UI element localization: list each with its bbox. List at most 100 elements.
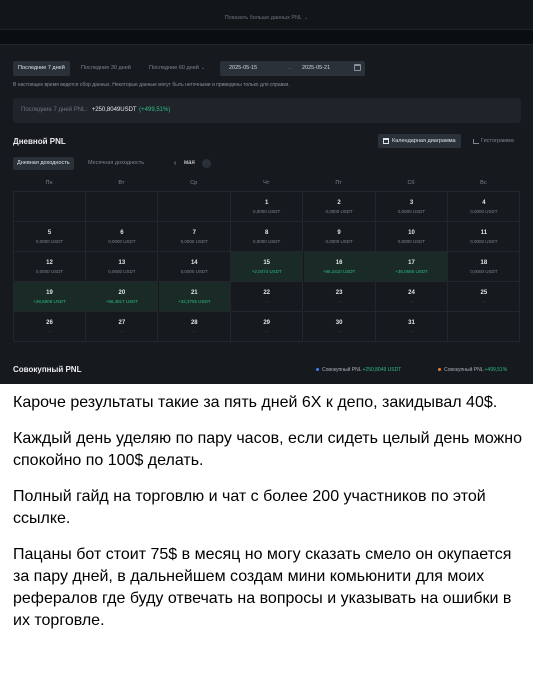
calendar-day-number: 22 bbox=[263, 290, 271, 296]
calendar-day-number: 27 bbox=[118, 320, 126, 326]
weekday-label: Сб bbox=[407, 180, 415, 186]
message-text: Кароче результаты такие за пять дней 6Х … bbox=[13, 392, 523, 646]
calendar-day-cell: 31 -- bbox=[376, 312, 448, 342]
calendar-day-cell: 21 +32,3755 USDT bbox=[158, 282, 231, 312]
calendar-day-number: 1 bbox=[265, 200, 269, 206]
pnl-calendar-grid: 1 0,0000 USDT 2 0,0000 USDT 3 0,0000 USDT 4 0,0… bbox=[13, 191, 521, 342]
previous-section-strip: Показать больше данных PNL ⌄ bbox=[0, 0, 533, 30]
calendar-day-number: 23 bbox=[335, 290, 343, 296]
show-more-label: Показать больше данных PNL bbox=[224, 15, 303, 21]
tab-last-60-days[interactable]: Последние 60 дней ⌄ bbox=[144, 61, 210, 76]
calendar-day-number: 12 bbox=[46, 260, 53, 266]
calendar-day-cell: 20 +56,4817 USDT bbox=[86, 282, 159, 312]
calendar-day-number: 13 bbox=[118, 260, 126, 266]
calendar-day-cell: 29 -- bbox=[231, 312, 304, 342]
calendar-day-number: 15 bbox=[263, 260, 271, 266]
calendar-day-pnl: 0,0000 USDT bbox=[325, 239, 353, 244]
calendar-day-cell: 10 0,0000 USDT bbox=[376, 222, 448, 252]
calendar-day-number: 17 bbox=[408, 260, 415, 266]
bar-chart-icon bbox=[473, 139, 479, 144]
tab-monthly-return[interactable]: Месячная доходность bbox=[84, 157, 148, 170]
calendar-blank-cell bbox=[448, 312, 521, 342]
pnl-screenshot: Показать больше данных PNL ⌄ Последние 7 … bbox=[0, 0, 533, 384]
calendar-day-cell: 26 -- bbox=[14, 312, 86, 342]
legend-value: +250,8049 USDT bbox=[362, 367, 402, 373]
next-month-button[interactable] bbox=[202, 159, 211, 168]
arrow-right-icon: → bbox=[287, 65, 293, 71]
daily-pnl-title: Дневной PNL bbox=[13, 137, 66, 146]
date-to: 2025-05-21 bbox=[302, 65, 331, 71]
month-label: мая bbox=[184, 160, 195, 166]
calendar-day-pnl: 0,0000 USDT bbox=[397, 209, 426, 214]
tab-last-7-days[interactable]: Последние 7 дней bbox=[13, 61, 70, 76]
calendar-day-pnl: -- bbox=[337, 299, 341, 304]
calendar-day-pnl: 0,0000 USDT bbox=[180, 269, 208, 274]
weekday-label: Вт bbox=[118, 180, 125, 186]
calendar-day-pnl: -- bbox=[265, 299, 269, 304]
calendar-chart-label: Календарная диаграмма bbox=[392, 138, 456, 144]
calendar-day-cell: 1 0,0000 USDT bbox=[231, 192, 304, 222]
calendar-day-cell: 17 +35,0685 USDT bbox=[376, 252, 448, 282]
chevron-left-icon[interactable]: ‹ bbox=[170, 157, 180, 170]
calendar-day-number: 29 bbox=[263, 320, 271, 326]
calendar-day-pnl: 0,0000 USDT bbox=[35, 269, 64, 274]
summary-label: Последние 7 дней PNL: bbox=[21, 107, 88, 113]
calendar-chart-button[interactable]: Календарная диаграмма bbox=[378, 134, 461, 148]
histogram-button[interactable]: Гистограмма bbox=[471, 134, 514, 148]
calendar-icon bbox=[383, 138, 389, 144]
calendar-day-number: 24 bbox=[408, 290, 415, 296]
calendar-day-cell: 6 0,0000 USDT bbox=[86, 222, 159, 252]
calendar-day-pnl: 0,0000 USDT bbox=[35, 239, 64, 244]
tab-daily-return[interactable]: Дневная доходность bbox=[13, 157, 74, 170]
calendar-day-number: 14 bbox=[190, 260, 198, 266]
calendar-day-number: 30 bbox=[335, 320, 343, 326]
cumulative-pnl-title: Совокупный PNL bbox=[13, 365, 82, 374]
calendar-day-number: 28 bbox=[190, 320, 198, 326]
calendar-day-cell: 22 -- bbox=[231, 282, 304, 312]
calendar-day-pnl: -- bbox=[337, 329, 341, 334]
calendar-blank-cell bbox=[14, 192, 86, 222]
calendar-day-pnl: +2,0474 USDT bbox=[251, 269, 282, 274]
pnl-summary: Последние 7 дней PNL: +250,8049USDT (+49… bbox=[13, 98, 521, 123]
calendar-day-cell: 11 0,0000 USDT bbox=[448, 222, 521, 252]
date-range-picker[interactable]: 2025-05-15 → 2025-05-21 bbox=[220, 61, 365, 76]
calendar-day-cell: 13 0,0000 USDT bbox=[86, 252, 159, 282]
calendar-day-cell: 23 -- bbox=[303, 282, 376, 312]
calendar-day-number: 2 bbox=[337, 200, 341, 206]
calendar-blank-cell bbox=[86, 192, 159, 222]
calendar-day-pnl: -- bbox=[482, 299, 486, 304]
calendar-day-number: 31 bbox=[408, 320, 415, 326]
calendar-blank-cell bbox=[158, 192, 231, 222]
weekday-label: Пн bbox=[45, 180, 53, 186]
calendar-icon bbox=[354, 64, 361, 71]
date-from: 2025-05-15 bbox=[229, 65, 258, 71]
calendar-day-number: 11 bbox=[480, 230, 488, 236]
calendar-day-number: 21 bbox=[190, 290, 198, 296]
summary-value: +250,8049USDT bbox=[91, 107, 137, 113]
chevron-down-icon: ⌄ bbox=[200, 65, 206, 71]
calendar-day-pnl: +28,5908 USDT bbox=[33, 299, 66, 304]
calendar-day-number: 20 bbox=[118, 290, 126, 296]
legend-value: +499,51% bbox=[484, 367, 508, 373]
calendar-day-number: 16 bbox=[335, 260, 343, 266]
calendar-day-pnl: -- bbox=[48, 329, 51, 334]
histogram-label: Гистограмма bbox=[481, 138, 514, 144]
tab-last-30-days[interactable]: Последние 30 дней bbox=[76, 61, 136, 76]
calendar-day-pnl: -- bbox=[410, 299, 413, 304]
calendar-day-pnl: 0,0000 USDT bbox=[108, 269, 136, 274]
message-paragraph: Пацаны бот стоит 75$ в месяц но могу ска… bbox=[13, 546, 512, 629]
calendar-day-pnl: +35,0685 USDT bbox=[395, 269, 428, 274]
message-paragraph: Каждый день уделяю по пару часов, если с… bbox=[13, 430, 522, 469]
weekday-label: Чт bbox=[263, 180, 270, 186]
calendar-day-pnl: 0,0000 USDT bbox=[470, 209, 498, 214]
calendar-day-pnl: +56,4817 USDT bbox=[105, 299, 139, 304]
calendar-day-number: 19 bbox=[46, 290, 53, 296]
calendar-day-pnl: -- bbox=[192, 329, 196, 334]
calendar-day-pnl: -- bbox=[410, 329, 413, 334]
calendar-day-pnl: -- bbox=[265, 329, 269, 334]
calendar-day-pnl: 0,0000 USDT bbox=[470, 269, 498, 274]
calendar-day-cell: 15 +2,0474 USDT bbox=[231, 252, 304, 282]
show-more-pnl-link[interactable]: Показать больше данных PNL ⌄ bbox=[0, 15, 533, 21]
calendar-day-pnl: -- bbox=[120, 329, 124, 334]
message-paragraph: Кароче результаты такие за пять дней 6Х … bbox=[13, 394, 498, 411]
